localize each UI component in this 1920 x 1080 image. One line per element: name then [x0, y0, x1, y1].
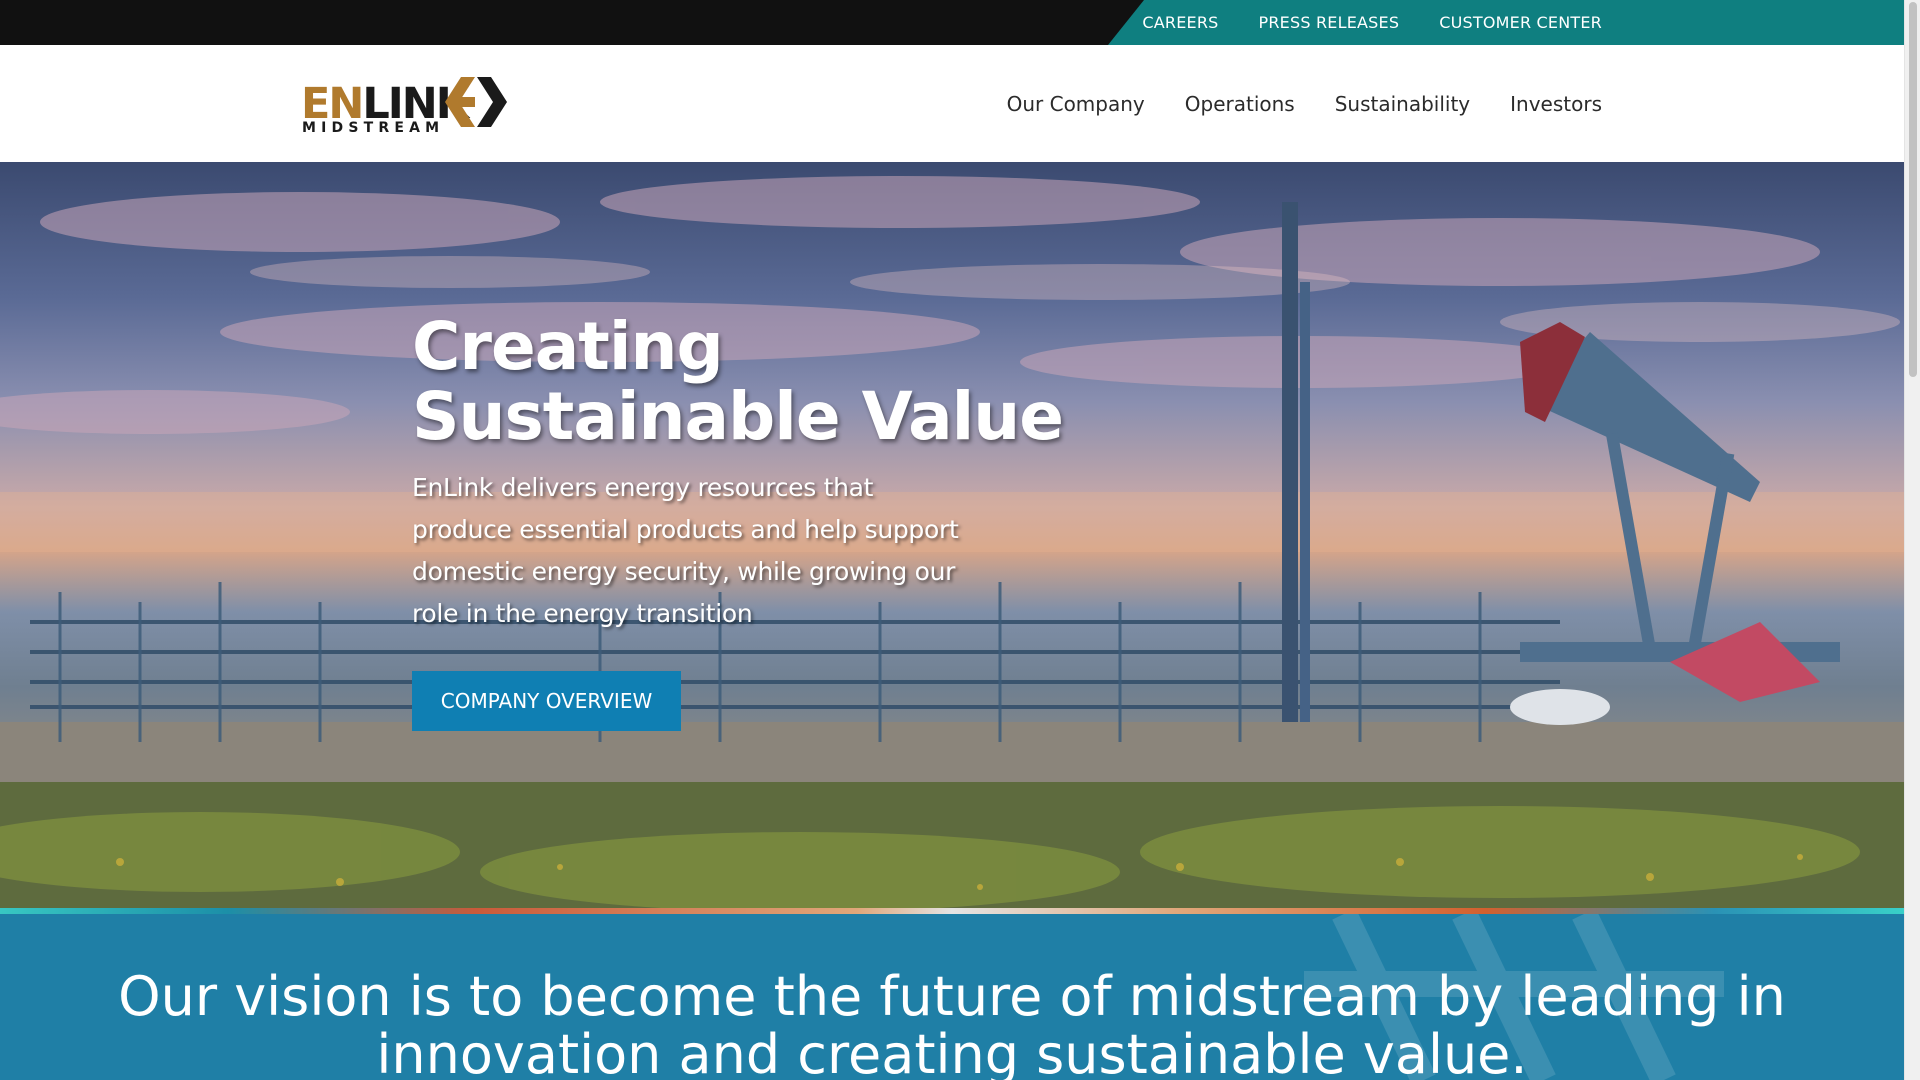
hero-title: Creating Sustainable Value [412, 308, 1064, 455]
customer-center-link[interactable]: CUSTOMER CENTER [1439, 13, 1602, 32]
main-nav: Our Company Operations Sustainability In… [1007, 45, 1602, 162]
utility-nav: CAREERS PRESS RELEASES CUSTOMER CENTER [1142, 0, 1602, 45]
nav-investors[interactable]: Investors [1510, 92, 1602, 116]
enlink-arrow-logo-icon [445, 77, 507, 127]
nav-sustainability[interactable]: Sustainability [1335, 92, 1470, 116]
nav-operations[interactable]: Operations [1185, 92, 1295, 116]
enlink-logo[interactable]: ENLINK MIDSTREAM [301, 77, 511, 139]
hero-banner: Creating Sustainable Value EnLink delive… [0, 162, 1904, 912]
vision-section: Our vision is to become the future of mi… [0, 914, 1904, 1080]
logo-subword: MIDSTREAM [302, 120, 445, 136]
nav-our-company[interactable]: Our Company [1007, 92, 1145, 116]
company-overview-button[interactable]: COMPANY OVERVIEW [412, 671, 681, 731]
hero-description: EnLink delivers energy resources that pr… [412, 473, 959, 628]
utility-bar: CAREERS PRESS RELEASES CUSTOMER CENTER [0, 0, 1904, 45]
vision-statement: Our vision is to become the future of mi… [118, 965, 1786, 1080]
careers-link[interactable]: CAREERS [1142, 13, 1218, 32]
site-header: ENLINK MIDSTREAM Our Company Operations … [0, 45, 1904, 162]
scrollbar-thumb[interactable] [1909, 2, 1917, 377]
press-releases-link[interactable]: PRESS RELEASES [1259, 13, 1400, 32]
page-scrollbar[interactable] [1904, 0, 1920, 1080]
